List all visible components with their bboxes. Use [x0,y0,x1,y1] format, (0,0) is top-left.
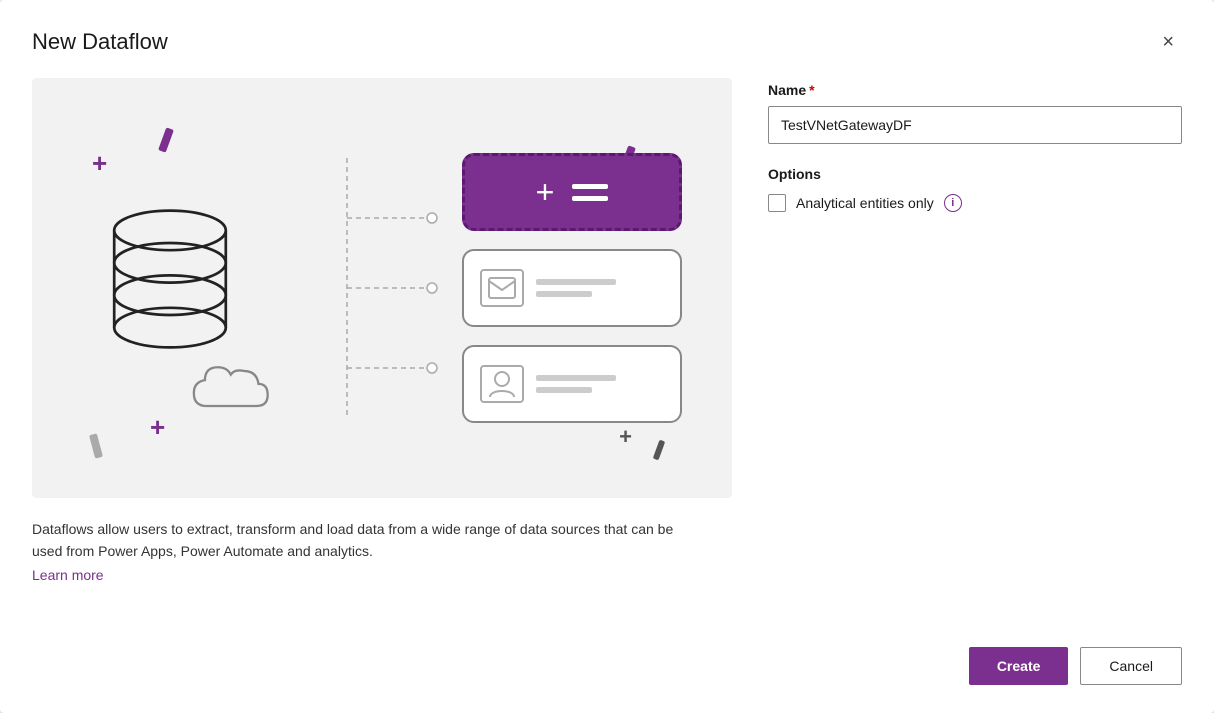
checkbox-label: Analytical entities only [796,195,934,211]
create-button[interactable]: Create [969,647,1069,685]
database-icon [100,198,240,378]
description-text: Dataflows allow users to extract, transf… [32,518,692,563]
deco-dash-top-left [158,127,174,152]
learn-more-link[interactable]: Learn more [32,567,732,583]
dialog-footer: Create Cancel [32,647,1182,685]
cancel-button[interactable]: Cancel [1080,647,1182,685]
new-dataflow-dialog: New Dataflow × + + + [0,0,1214,713]
required-star: * [809,82,814,98]
email-icon [488,277,516,299]
eq-line-2 [572,196,608,201]
right-panel: Name* Options Analytical entities only i [768,78,1182,615]
person-card-lines [536,375,664,393]
card-line [536,279,616,285]
eq-line-1 [572,184,608,189]
deco-dash-bottom-right [653,440,665,461]
cloud-icon [180,358,300,418]
email-card [462,249,682,327]
deco-plus-bottom-left: + [150,414,165,440]
left-panel: + + + [32,78,732,615]
add-transform-card: + [462,153,682,231]
name-input[interactable] [768,106,1182,144]
connector-lines [232,78,462,498]
dialog-header: New Dataflow × [32,28,1182,56]
deco-plus-top-left: + [92,150,107,176]
dialog-title: New Dataflow [32,29,168,55]
analytical-entities-checkbox[interactable] [768,194,786,212]
email-icon-box [480,269,524,307]
equals-icon [572,184,608,201]
person-card [462,345,682,423]
cards-area: + [462,153,682,423]
deco-plus-bottom-right: + [619,426,632,448]
card-line [536,387,592,393]
name-label: Name* [768,82,1182,98]
checkbox-row: Analytical entities only i [768,194,1182,212]
options-label: Options [768,166,1182,182]
card-line [536,291,592,297]
plus-icon: + [536,176,555,208]
deco-dash-bottom-left [89,433,103,458]
dialog-body: + + + [32,78,1182,615]
email-card-lines [536,279,664,297]
card-line [536,375,616,381]
person-icon [488,369,516,399]
info-icon[interactable]: i [944,194,962,212]
person-icon-box [480,365,524,403]
illustration: + + + [32,78,732,498]
close-button[interactable]: × [1154,28,1182,56]
